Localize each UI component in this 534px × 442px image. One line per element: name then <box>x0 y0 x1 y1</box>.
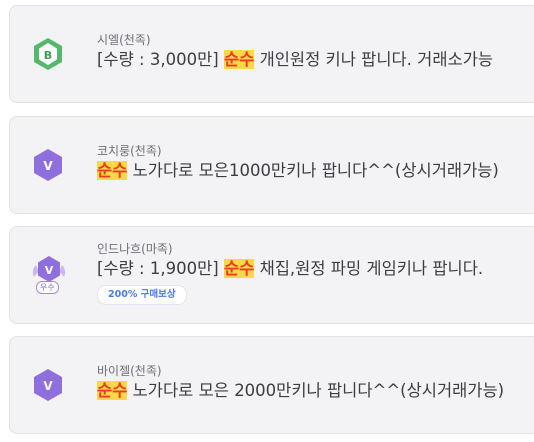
highlight-keyword: 순수 <box>97 381 128 400</box>
listing-card[interactable]: V 코치룽(천족) 순수 노가다로 모은1000만키나 팝니다^^(상시거래가능… <box>9 116 534 214</box>
seller-name: 인드나흐(마족) <box>97 242 173 256</box>
badge-letter: B <box>44 49 52 62</box>
hexagon-badge-icon: B <box>33 37 63 71</box>
listing-title[interactable]: 순수 노가다로 모은1000만키나 팝니다^^(상시거래가능) <box>97 160 534 182</box>
badge-letter: V <box>43 159 53 173</box>
hexagon-badge-icon: V <box>33 148 63 182</box>
title-prefix: [수량 : 3,000만] <box>97 50 224 69</box>
seller-name: 시엘(천족) <box>97 33 151 47</box>
listing-card[interactable]: B 시엘(천족) [수량 : 3,000만] 순수 개인원정 키나 팝니다. 거… <box>9 5 534 103</box>
badge-letter: V <box>45 264 54 277</box>
listing-title[interactable]: [수량 : 1,900만] 순수 채집,원정 파밍 게임키나 팝니다. <box>97 258 534 280</box>
title-suffix: 노가다로 모은 2000만키나 팝니다^^(상시거래가능) <box>127 381 505 400</box>
listing-card[interactable]: V 바이젤(천족) 순수 노가다로 모은 2000만키나 팝니다^^(상시거래가… <box>9 336 534 434</box>
badge-letter: V <box>43 379 53 393</box>
purchase-reward-tag: 200% 구매보상 <box>97 285 187 305</box>
title-suffix: 노가다로 모은1000만키나 팝니다^^(상시거래가능) <box>127 161 499 180</box>
highlight-keyword: 순수 <box>97 161 128 180</box>
title-suffix: 채집,원정 파밍 게임키나 팝니다. <box>254 259 484 278</box>
seller-name: 바이젤(천족) <box>97 364 162 378</box>
seller-name: 코치룽(천족) <box>97 144 162 158</box>
listing-list: B 시엘(천족) [수량 : 3,000만] 순수 개인원정 키나 팝니다. 거… <box>0 0 534 442</box>
listing-title[interactable]: 순수 노가다로 모은 2000만키나 팝니다^^(상시거래가능) <box>97 380 534 402</box>
highlight-keyword: 순수 <box>223 259 255 278</box>
highlight-keyword: 순수 <box>223 50 255 69</box>
excellent-badge: 우수 <box>36 281 59 294</box>
listing-card[interactable]: V 우수 인드나흐(마족) [수량 : 1,900만] 순수 채집,원정 파밍 … <box>9 226 534 324</box>
title-suffix: 개인원정 키나 팝니다. 거래소가능 <box>254 50 494 69</box>
hexagon-badge-icon: V <box>33 368 63 402</box>
listing-title[interactable]: [수량 : 3,000만] 순수 개인원정 키나 팝니다. 거래소가능 <box>97 49 534 71</box>
title-prefix: [수량 : 1,900만] <box>97 259 224 278</box>
